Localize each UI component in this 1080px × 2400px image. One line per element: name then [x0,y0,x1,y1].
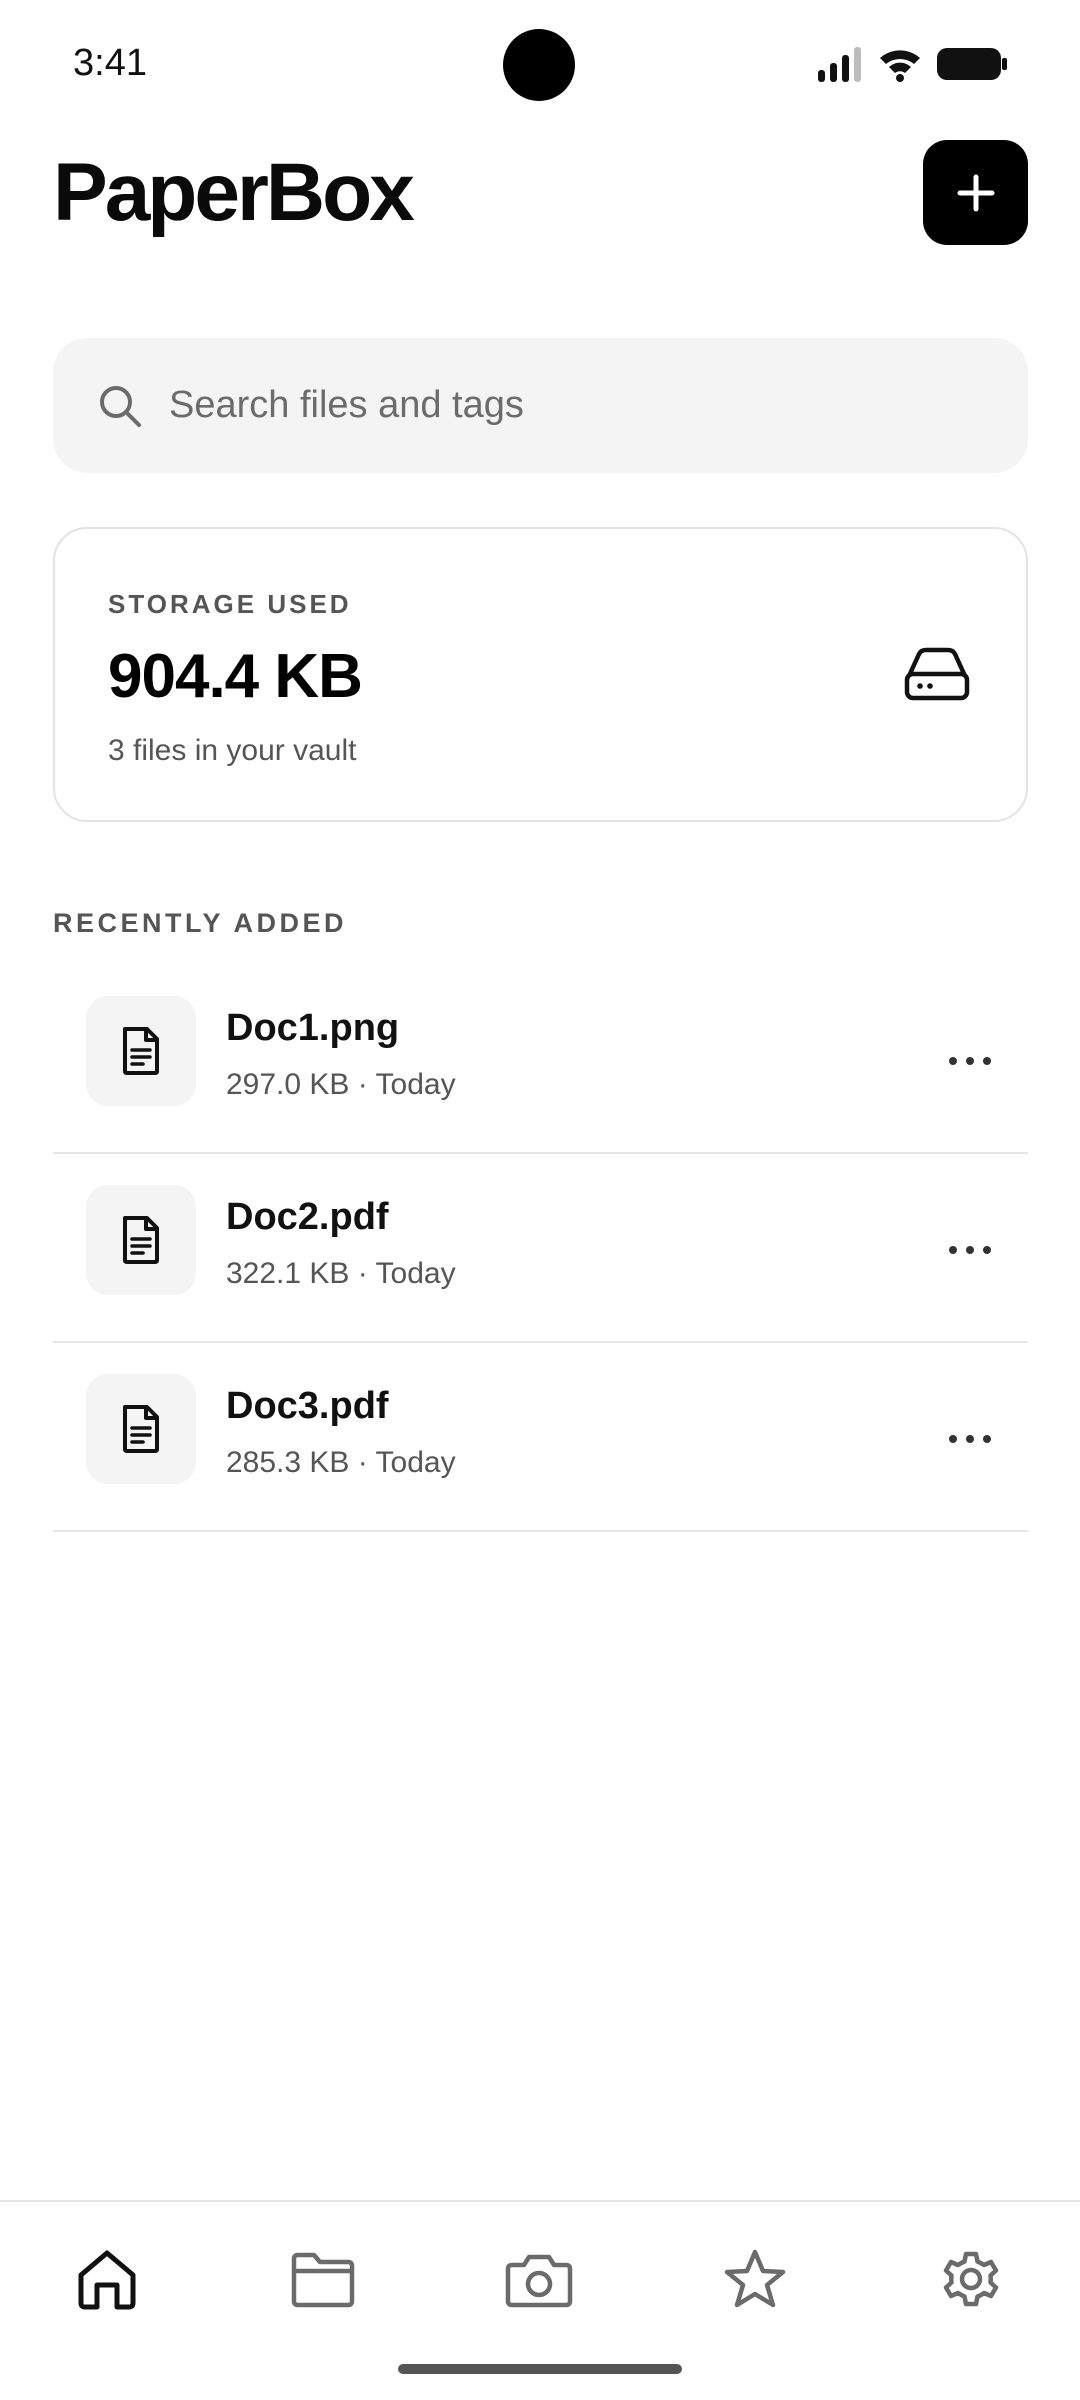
file-name: Doc2.pdf [226,1196,389,1238]
file-meta: 322.1 KB · Today [226,1257,456,1290]
file-row[interactable]: Doc3.pdf 285.3 KB · Today [53,1343,1028,1532]
search-input[interactable] [169,384,989,427]
more-dots-icon [949,1246,991,1254]
add-file-button[interactable] [923,140,1028,245]
home-icon [78,2250,136,2310]
section-title-recent: RECENTLY ADDED [53,908,348,938]
nav-files[interactable] [278,2234,368,2324]
more-options-button[interactable] [942,1222,998,1278]
storage-subtitle: 3 files in your vault [108,734,357,767]
file-row[interactable]: Doc2.pdf 322.1 KB · Today [53,1154,1028,1343]
more-dots-icon [949,1057,991,1065]
more-options-button[interactable] [942,1411,998,1467]
search-bar[interactable] [53,338,1028,473]
camera-icon [505,2254,573,2308]
file-list: Doc1.png 297.0 KB · Today Doc2.pdf 322.1… [53,965,1028,1532]
plus-icon [957,174,994,211]
signal-icon [818,47,861,82]
file-name: Doc1.png [226,1007,400,1049]
document-icon [123,1027,159,1075]
file-thumbnail [86,996,196,1106]
document-icon [123,1216,159,1264]
file-row[interactable]: Doc1.png 297.0 KB · Today [53,965,1028,1154]
star-icon [724,2249,786,2308]
status-icons [816,44,1008,84]
storage-label: STORAGE USED [108,589,352,619]
camera-cutout [503,29,575,101]
more-options-button[interactable] [942,1033,998,1089]
gear-icon [943,2251,999,2307]
folder-icon [291,2252,355,2308]
nav-favorites[interactable] [710,2234,800,2324]
nav-scan[interactable] [494,2234,584,2324]
file-thumbnail [86,1374,196,1484]
search-icon [100,385,141,427]
app-title: PaperBox [53,147,415,238]
nav-home[interactable] [62,2234,152,2324]
storage-card: STORAGE USED 904.4 KB 3 files in your va… [53,527,1028,822]
home-indicator [398,2364,682,2374]
status-time: 3:41 [73,42,147,84]
wifi-icon [880,50,920,82]
drive-icon [904,647,970,701]
status-bar: 3:41 [0,0,1080,130]
file-thumbnail [86,1185,196,1295]
nav-settings[interactable] [926,2234,1016,2324]
app-screen: 3:41 PaperBox Search files and tags STOR… [0,0,1080,2400]
battery-icon [937,48,1007,80]
file-name: Doc3.pdf [226,1385,389,1427]
document-icon [123,1405,159,1453]
storage-value: 904.4 KB [108,642,363,711]
file-meta: 285.3 KB · Today [226,1446,456,1479]
file-meta: 297.0 KB · Today [226,1068,456,1101]
more-dots-icon [949,1435,991,1443]
